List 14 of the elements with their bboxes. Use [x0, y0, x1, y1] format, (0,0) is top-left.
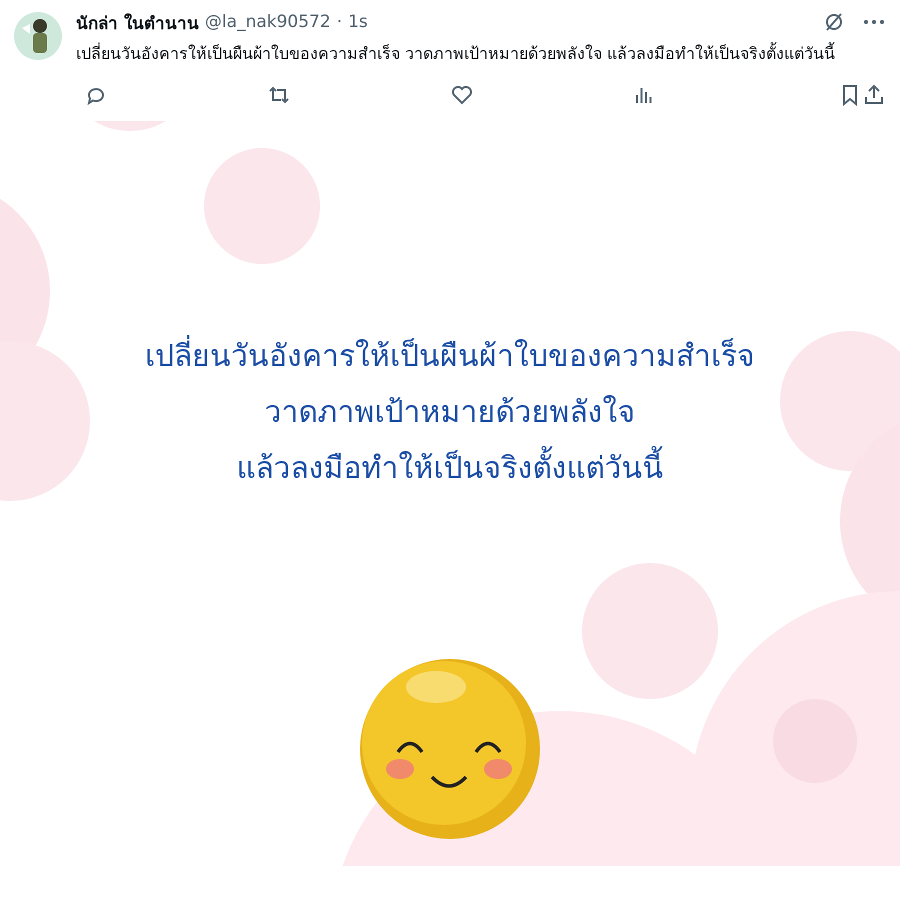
more-icon[interactable] [862, 18, 886, 26]
user-handle[interactable]: @la_nak90572 [204, 12, 331, 32]
share-icon[interactable] [862, 83, 886, 107]
post-time[interactable]: 1s [348, 12, 368, 32]
heart-icon[interactable] [450, 83, 474, 107]
image-caption-line: วาดภาพเป้าหมายด้วยพลังใจ [264, 394, 636, 432]
image-caption-line: เปลี่ยนวันอังคารให้เป็นผืนผ้าใบของความสำเร็จ [145, 329, 755, 385]
avatar-icon[interactable] [14, 12, 62, 60]
separator-dot: · [336, 12, 342, 32]
display-name[interactable]: นักล่า ในตำนาน [76, 8, 199, 36]
post-text: เปลี่ยนวันอังคารให้เป็นผืนผ้าใบของความสำเร็จ วาดภาพเป้าหมายด้วยพลังใจ แล้วลงมือทำให้เป็นจริงตั้งแต่วันนี้ [76, 41, 836, 65]
smiley-face-icon [358, 657, 542, 841]
post-image[interactable]: เปลี่ยนวันอังคารให้เป็นผืนผ้าใบของความสำเร็จ วาดภาพเป้าหมายด้วยพลังใจ แล้วลงมือทำให้เป็นจริงตั้งแต่วันนี้ [0, 121, 900, 866]
image-caption-line: แล้วลงมือทำให้เป็นจริงตั้งแต่วันนี้ [145, 441, 755, 497]
